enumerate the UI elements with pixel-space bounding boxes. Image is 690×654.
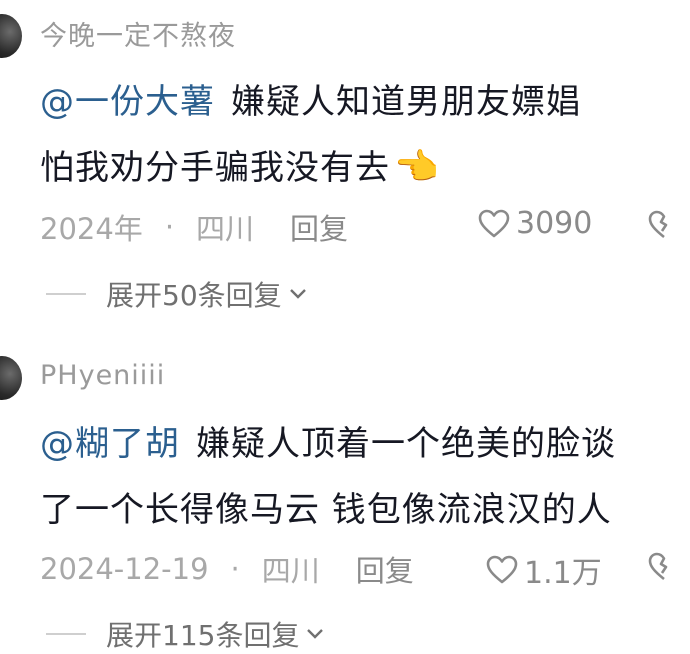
- comment-location: 四川: [196, 212, 255, 246]
- expand-replies-label: 展开115条回复: [106, 619, 300, 652]
- expand-replies-button[interactable]: 展开50条回复: [46, 274, 308, 314]
- avatar[interactable]: [0, 14, 22, 58]
- reply-button[interactable]: 回复: [290, 206, 348, 248]
- mention-link[interactable]: @一份大薯: [40, 82, 215, 122]
- comment-meta: 2024-12-19 · 四川 回复: [40, 548, 414, 590]
- mention-link[interactable]: @糊了胡: [40, 424, 180, 464]
- like-button[interactable]: 3090: [478, 206, 592, 241]
- separator-dot: ·: [164, 210, 175, 244]
- like-button[interactable]: 1.1万: [486, 548, 602, 592]
- broken-heart-icon: [648, 552, 668, 581]
- comment-text-line-1: @糊了胡 嫌疑人顶着一个绝美的脸谈: [40, 416, 616, 465]
- comment-username[interactable]: 今晚一定不熬夜: [40, 14, 236, 53]
- comment-date: 2024-12-19: [40, 552, 209, 586]
- reply-button[interactable]: 回复: [356, 548, 414, 590]
- comment-text-line-2: 怕我劝分手骗我没有去 👈: [40, 140, 440, 189]
- expand-replies-button[interactable]: 展开115条回复: [46, 614, 325, 654]
- expand-replies-label: 展开50条回复: [106, 279, 282, 312]
- divider-dash: [46, 633, 86, 635]
- comment-text-line-2: 了一个长得像马云 钱包像流浪汉的人: [40, 482, 612, 531]
- dislike-button[interactable]: [648, 210, 680, 244]
- divider-dash: [46, 293, 86, 295]
- comment-text: 了一个长得像马云 钱包像流浪汉的人: [40, 490, 612, 530]
- like-count: 1.1万: [524, 556, 602, 591]
- comment-date: 2024年: [40, 212, 143, 246]
- heart-icon: [486, 555, 518, 584]
- chevron-down-icon: [307, 629, 324, 639]
- dislike-button[interactable]: [648, 552, 680, 586]
- avatar[interactable]: [0, 356, 22, 400]
- broken-heart-icon: [648, 210, 668, 239]
- heart-icon: [478, 209, 510, 237]
- comment-text: 嫌疑人顶着一个绝美的脸谈: [196, 424, 616, 464]
- like-count: 3090: [516, 206, 593, 241]
- chevron-down-icon: [289, 289, 306, 299]
- separator-dot: ·: [230, 552, 240, 586]
- comment-username[interactable]: PHyeniiii: [40, 360, 165, 391]
- comment-meta: 2024年 · 四川 回复: [40, 206, 348, 248]
- comment-text-line-1: @一份大薯 嫌疑人知道男朋友嫖娼: [40, 74, 581, 123]
- comment-text: 怕我劝分手骗我没有去: [40, 148, 390, 188]
- pointing-hand-emoji: 👈: [394, 147, 440, 188]
- comment-text: 嫌疑人知道男朋友嫖娼: [231, 82, 581, 122]
- comment-location: 四川: [261, 554, 320, 588]
